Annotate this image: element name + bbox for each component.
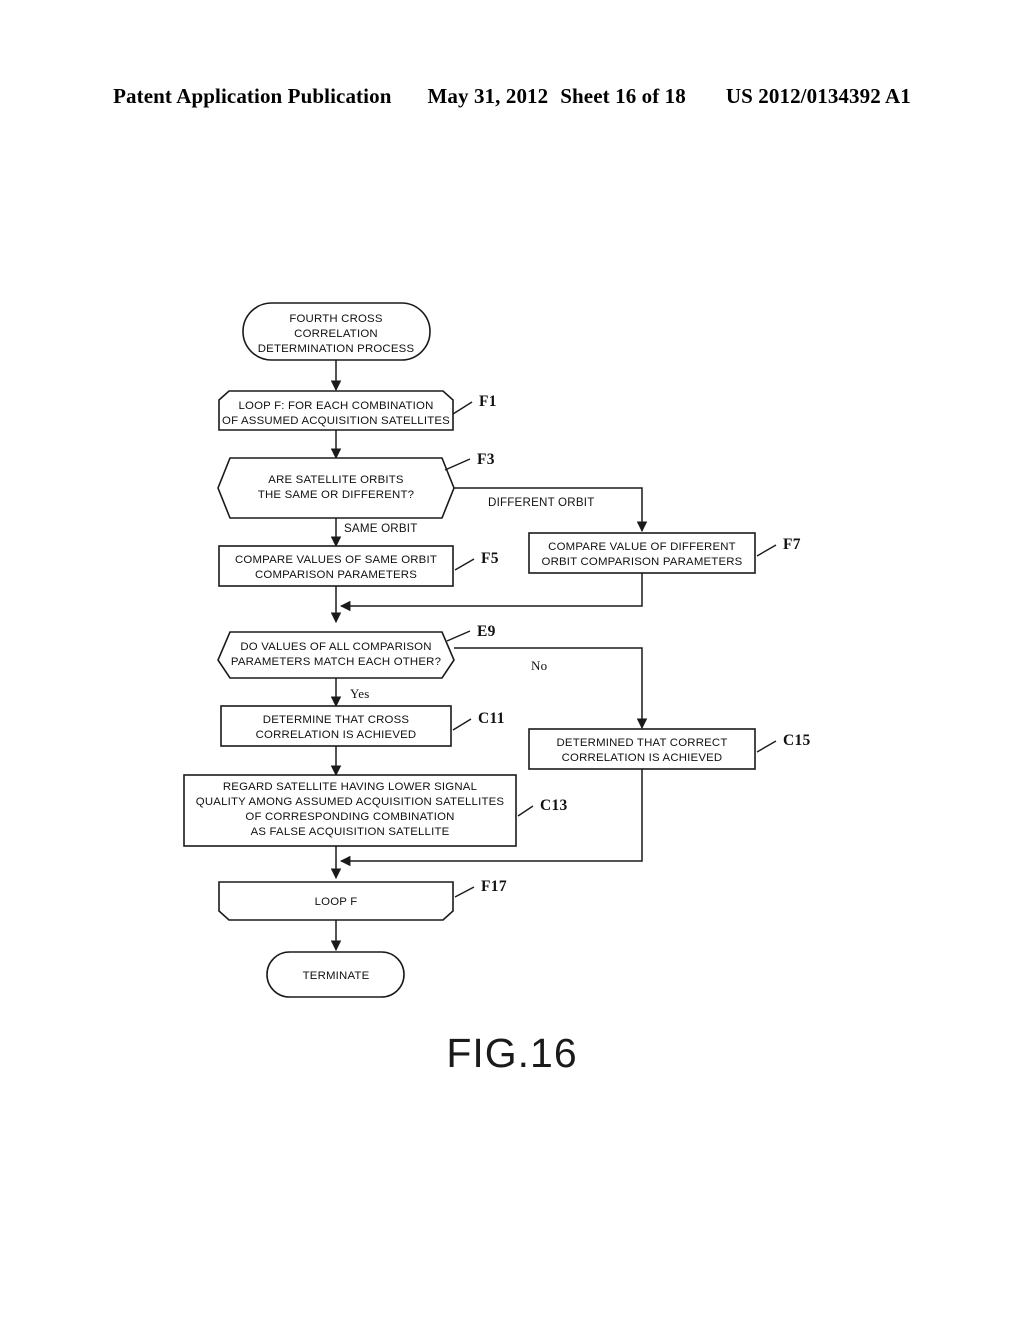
node-loop-start-line-1: LOOP F: FOR EACH COMBINATION [238,400,433,412]
node-decision-match-line-2: PARAMETERS MATCH EACH OTHER? [231,656,441,668]
node-loop-end-label: LOOP F [315,896,358,908]
node-start: FOURTH CROSS CORRELATION DETERMINATION P… [242,302,431,361]
node-terminate: TERMINATE [266,951,405,998]
edge-label-yes: Yes [350,686,370,701]
node-cross-correlation-line-1: DETERMINE THAT CROSS [263,714,410,726]
ref-label-c13: C13 [540,797,568,814]
node-correct-correlation-line-1: DETERMINED THAT CORRECT [556,737,727,749]
ref-label-f17: F17 [481,878,507,895]
node-decision-match: DO VALUES OF ALL COMPARISON PARAMETERS M… [217,623,496,679]
node-false-acquisition-line-3: OF CORRESPONDING COMBINATION [245,811,454,823]
node-compare-different-line-1: COMPARE VALUE OF DIFFERENT [548,541,736,553]
figure-caption: FIG.16 [446,1030,578,1076]
patent-figure-page: Patent Application Publication May 31, 2… [0,0,1024,1320]
edge-label-same-orbit: SAME ORBIT [344,522,418,535]
node-false-acquisition-line-4: AS FALSE ACQUISITION SATELLITE [251,826,450,838]
node-loop-start: LOOP F: FOR EACH COMBINATION OF ASSUMED … [218,390,497,431]
flowchart-diagram: FOURTH CROSS CORRELATION DETERMINATION P… [183,302,811,998]
node-decision-orbit-line-1: ARE SATELLITE ORBITS [268,474,404,486]
node-correct-correlation: DETERMINED THAT CORRECT CORRELATION IS A… [528,728,811,770]
node-compare-same: COMPARE VALUES OF SAME ORBIT COMPARISON … [218,545,499,587]
ref-label-f1: F1 [479,393,497,410]
node-loop-start-line-2: OF ASSUMED ACQUISITION SATELLITES [222,415,450,427]
node-loop-end: LOOP F F17 [218,878,507,921]
ref-label-f7: F7 [783,536,801,553]
ref-label-e9: E9 [477,623,496,640]
node-false-acquisition-line-2: QUALITY AMONG ASSUMED ACQUISITION SATELL… [196,796,505,808]
node-decision-orbit-line-2: THE SAME OR DIFFERENT? [258,489,414,501]
node-compare-different-line-2: ORBIT COMPARISON PARAMETERS [542,556,743,568]
ref-label-c11: C11 [478,710,505,727]
node-cross-correlation: DETERMINE THAT CROSS CORRELATION IS ACHI… [220,705,505,747]
node-compare-different: COMPARE VALUE OF DIFFERENT ORBIT COMPARI… [528,532,801,574]
ref-label-c15: C15 [783,732,811,749]
node-compare-same-line-1: COMPARE VALUES OF SAME ORBIT [235,554,437,566]
node-start-line-1: FOURTH CROSS [289,313,383,325]
node-cross-correlation-line-2: CORRELATION IS ACHIEVED [256,729,417,741]
node-correct-correlation-line-2: CORRELATION IS ACHIEVED [562,752,723,764]
node-false-acquisition: REGARD SATELLITE HAVING LOWER SIGNAL QUA… [183,774,568,847]
node-false-acquisition-line-1: REGARD SATELLITE HAVING LOWER SIGNAL [223,781,477,793]
connector-different-orbit-to-compare-different [454,487,648,533]
edge-label-no: No [531,658,547,673]
ref-label-f5: F5 [481,550,499,567]
node-start-line-2: CORRELATION [294,328,378,340]
node-decision-match-line-1: DO VALUES OF ALL COMPARISON [240,641,431,653]
node-start-line-3: DETERMINATION PROCESS [258,343,415,355]
edge-label-different-orbit: DIFFERENT ORBIT [488,496,595,509]
ref-label-f3: F3 [477,451,495,468]
node-decision-orbit: ARE SATELLITE ORBITS THE SAME OR DIFFERE… [217,451,495,519]
node-compare-same-line-2: COMPARISON PARAMETERS [255,569,417,581]
node-terminate-label: TERMINATE [303,970,370,982]
